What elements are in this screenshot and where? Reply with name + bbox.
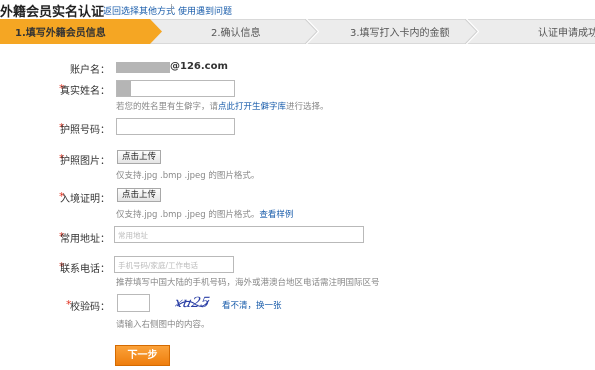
phone-label: 联系电话： [60, 264, 110, 275]
masked-name [117, 81, 131, 96]
view-sample-link[interactable]: 查看样例 [259, 210, 293, 220]
real-name-hint: 若您的姓名里有生僻字，请点此打开生僻字库进行选择。 [116, 102, 329, 112]
next-button[interactable]: 下一步 [115, 345, 170, 366]
address-label: 常用地址： [60, 234, 110, 245]
step-2: 2.确认信息 [211, 28, 261, 39]
masked-account [116, 62, 170, 73]
step-4: 认证申请成功 [538, 28, 595, 39]
captcha-refresh-link[interactable]: 看不清，换一张 [222, 299, 282, 311]
passport-no-input[interactable] [116, 118, 235, 135]
account-value: @126.com [170, 61, 228, 72]
account-label: 账户名： [70, 65, 110, 76]
entry-proof-label: 入境证明： [60, 194, 110, 205]
page-title: 外籍会员实名认证 [0, 5, 105, 20]
header-separator: | [170, 4, 174, 14]
entry-proof-hint: 仅支持.jpg .bmp .jpeg 的图片格式。查看样例 [116, 210, 294, 220]
step-3: 3.填写打入卡内的金额 [350, 28, 450, 39]
passport-img-hint: 仅支持.jpg .bmp .jpeg 的图片格式。 [116, 171, 260, 181]
phone-input[interactable]: 手机号码/家庭/工作电话 [114, 256, 234, 273]
passport-no-label: 护照号码： [60, 125, 110, 136]
step-separator-icon [465, 19, 479, 44]
passport-img-label: 护照图片： [60, 156, 110, 167]
captcha-input[interactable] [117, 294, 150, 312]
captcha-label: 校验码： [70, 302, 110, 313]
link-other-methods[interactable]: 返回选择其他方式 [103, 4, 175, 17]
phone-hint: 推荐填写中国大陆的手机号码，海外或港澳台地区电话需注明国际区号 [116, 278, 380, 288]
rare-char-link[interactable]: 点此打开生僻字库 [218, 102, 286, 112]
real-name-label: 真实姓名： [60, 86, 110, 97]
address-input[interactable]: 常用地址 [114, 226, 364, 243]
captcha-image: xu25 [175, 295, 211, 311]
step-separator-icon [305, 19, 319, 44]
passport-upload-button[interactable]: 点击上传 [117, 150, 162, 164]
entry-proof-upload-button[interactable]: 点击上传 [117, 188, 162, 202]
captcha-hint: 请输入右侧图中的内容。 [116, 320, 210, 330]
real-name-input[interactable] [116, 80, 235, 97]
link-problem[interactable]: 使用遇到问题 [178, 4, 232, 17]
step-1: 1.填写外籍会员信息 [15, 28, 106, 39]
